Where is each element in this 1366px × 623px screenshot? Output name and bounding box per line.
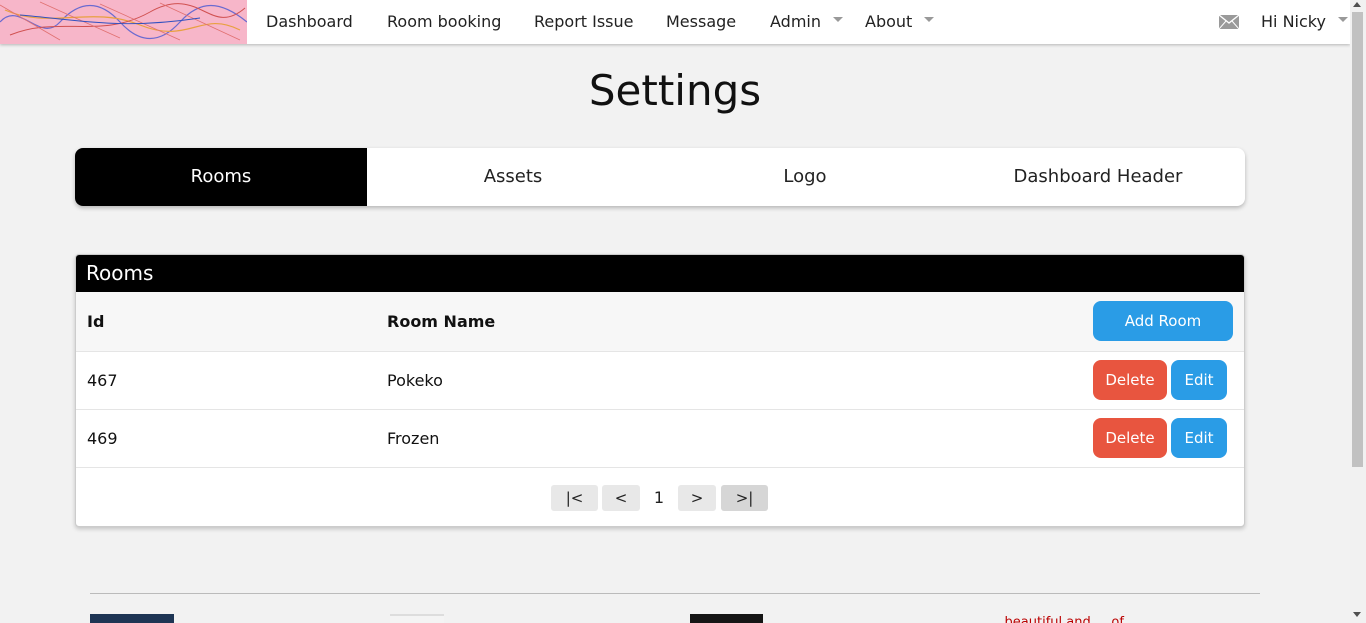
- logo-scribble: [0, 0, 247, 44]
- room-id: 467: [87, 371, 118, 390]
- page-first-button[interactable]: |<: [551, 485, 598, 511]
- user-menu[interactable]: Hi Nicky: [1261, 0, 1348, 44]
- page-current: 1: [653, 488, 665, 507]
- top-navbar: Dashboard Room booking Report Issue Mess…: [0, 0, 1350, 44]
- footer-text: ... beautiful and ... of ...: [988, 615, 1141, 623]
- settings-tabs: Rooms Assets Logo Dashboard Header: [75, 148, 1245, 206]
- page-next-button[interactable]: >: [678, 485, 716, 511]
- nav-admin[interactable]: Admin: [770, 0, 843, 44]
- footer-image: [390, 614, 444, 623]
- page-prev-button[interactable]: <: [602, 485, 640, 511]
- table-header-row: Id Room Name Add Room: [76, 292, 1244, 352]
- nav-dashboard[interactable]: Dashboard: [266, 0, 353, 44]
- column-header-room-name: Room Name: [387, 312, 496, 331]
- scroll-down-arrow-icon[interactable]: [1353, 612, 1361, 617]
- page-title: Settings: [588, 66, 762, 115]
- chevron-down-icon: [833, 17, 843, 22]
- delete-button[interactable]: Delete: [1093, 360, 1167, 400]
- footer-image: [90, 614, 174, 623]
- room-name: Pokeko: [387, 371, 443, 390]
- nav-about[interactable]: About: [865, 0, 935, 44]
- tab-dashboard-header[interactable]: Dashboard Header: [951, 148, 1245, 206]
- envelope-icon[interactable]: [1219, 15, 1239, 29]
- scroll-up-arrow-icon[interactable]: [1353, 2, 1361, 7]
- table-row: 467 Pokeko Delete Edit: [76, 352, 1244, 410]
- scrollbar-thumb[interactable]: [1352, 12, 1363, 467]
- chevron-down-icon: [924, 17, 935, 22]
- panel-title: Rooms: [76, 255, 1244, 292]
- chevron-down-icon: [1337, 17, 1348, 22]
- add-room-button[interactable]: Add Room: [1093, 301, 1233, 341]
- nav-room-booking[interactable]: Room booking: [387, 0, 501, 44]
- edit-button[interactable]: Edit: [1171, 360, 1227, 400]
- rooms-panel: Rooms Id Room Name Add Room 467 Pokeko D…: [75, 254, 1245, 527]
- nav-report-issue[interactable]: Report Issue: [534, 0, 634, 44]
- site-logo[interactable]: [0, 0, 247, 44]
- tab-logo[interactable]: Logo: [659, 148, 951, 206]
- edit-button[interactable]: Edit: [1171, 418, 1227, 458]
- nav-message[interactable]: Message: [666, 0, 736, 44]
- tab-rooms[interactable]: Rooms: [75, 148, 367, 206]
- page-last-button[interactable]: >|: [721, 485, 768, 511]
- room-name: Frozen: [387, 429, 440, 448]
- room-id: 469: [87, 429, 118, 448]
- footer-image: [690, 614, 763, 623]
- delete-button[interactable]: Delete: [1093, 418, 1167, 458]
- column-header-id: Id: [87, 312, 105, 331]
- table-row: 469 Frozen Delete Edit: [76, 410, 1244, 468]
- footer-divider: [90, 593, 1260, 594]
- tab-assets[interactable]: Assets: [367, 148, 659, 206]
